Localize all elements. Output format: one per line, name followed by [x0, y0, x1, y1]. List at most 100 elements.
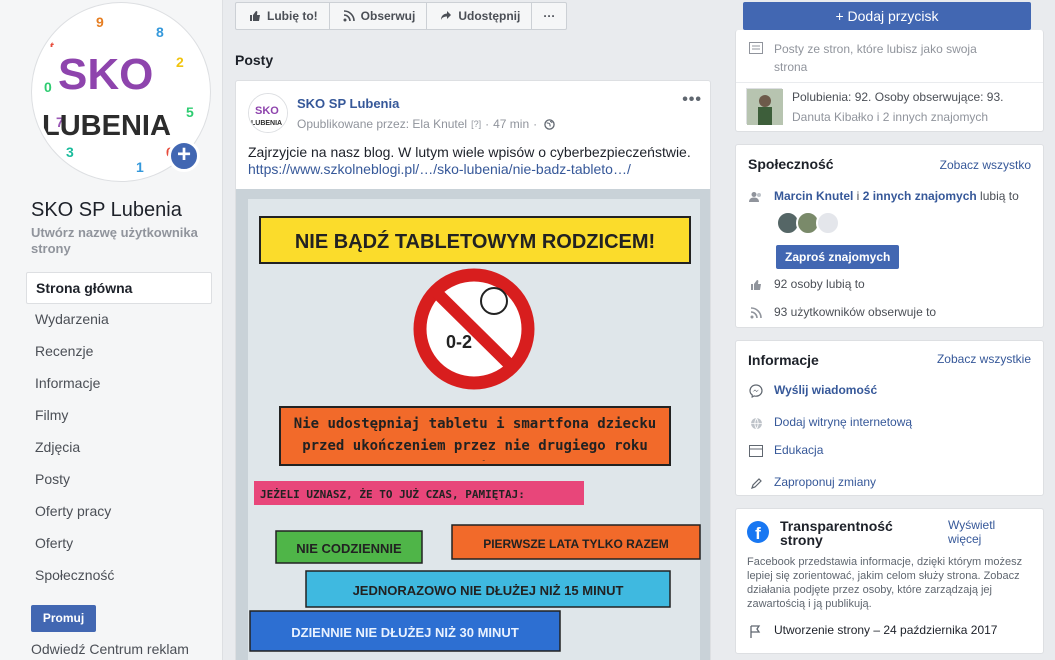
rss-icon: [341, 8, 357, 24]
total-likes: 92 osoby lubią to: [774, 277, 865, 291]
post-link[interactable]: https://www.szkolneblogi.pl/…/sko-lubeni…: [248, 161, 631, 177]
liked-pages-text: Posty ze stron, które lubisz jako swoja …: [774, 42, 977, 74]
svg-text:5: 5: [186, 104, 194, 120]
likes-friends[interactable]: Danuta Kibałko i 2 innych znajomych: [792, 110, 988, 124]
about-card: Informacje Zobacz wszystkie Wyślij wiado…: [735, 340, 1044, 496]
poster-rule-4: DZIENNIE NIE DŁUŻEJ NIŻ 30 MINUT: [291, 625, 519, 640]
page-title: SKO SP Lubenia: [31, 199, 182, 221]
like-button[interactable]: Lubię to!: [236, 3, 330, 29]
nav-item-home[interactable]: Strona główna: [26, 272, 212, 304]
category-row[interactable]: Edukacja: [748, 443, 823, 459]
help-mark[interactable]: [?]: [471, 119, 481, 129]
create-username-link[interactable]: Utwórz nazwę użytkownika strony: [31, 225, 221, 257]
add-photo-plus-icon[interactable]: +: [168, 140, 200, 172]
svg-text:0: 0: [44, 79, 52, 95]
liked-pages-row[interactable]: Posty ze stron, które lubisz jako swoja …: [748, 40, 1004, 76]
poster-age: 0-2: [446, 332, 472, 352]
left-sidebar: 48 27 59 36 10 SKO LUBENIA + SKO SP Lube…: [0, 0, 223, 660]
nav-item-events[interactable]: Wydarzenia: [26, 304, 212, 336]
friend-avatar[interactable]: [816, 211, 840, 235]
about-see-all[interactable]: Zobacz wszystkie: [937, 352, 1031, 366]
likes-summary: Polubienia: 92. Osoby obserwujące: 93.: [792, 90, 1004, 104]
invite-friends-button[interactable]: Zaproś znajomych: [776, 245, 900, 269]
pages-list-icon: [748, 40, 764, 56]
messenger-icon: [748, 383, 764, 399]
svg-text:1: 1: [136, 159, 144, 175]
post-text: Zajrzyjcie na nasz blog. W lutym wiele w…: [248, 144, 691, 160]
meta-separator: ·: [533, 117, 538, 131]
other-friends-link[interactable]: 2 innych znajomych: [863, 189, 977, 203]
nav-item-offers[interactable]: Oferty: [26, 528, 212, 560]
post-author-name[interactable]: SKO SP Lubenia: [297, 96, 399, 111]
nav-item-about[interactable]: Informacje: [26, 368, 212, 400]
add-website-row[interactable]: Dodaj witrynę internetową: [748, 415, 912, 431]
category-icon: [748, 443, 764, 459]
nav-item-posts[interactable]: Posty: [26, 464, 212, 496]
page-created-text: Utworzenie strony – 24 października 2017: [774, 623, 998, 637]
about-title: Informacje: [748, 352, 819, 368]
rss-icon: [748, 305, 764, 321]
post-author-avatar[interactable]: SKO LUBENIA: [248, 93, 288, 133]
share-button[interactable]: Udostępnij: [427, 3, 533, 29]
poster-rule-1: NIE CODZIENNIE: [296, 541, 402, 556]
friend-name-link[interactable]: Marcin Knutel: [774, 189, 853, 203]
suggest-edits-row[interactable]: Zaproponuj zmiany: [748, 475, 876, 491]
poster-rule-2: PIERWSZE LATA TYLKO RAZEM: [483, 537, 669, 551]
avatar-text-top: SKO: [255, 105, 279, 117]
posts-heading: Posty: [235, 52, 274, 68]
svg-text:9: 9: [96, 14, 104, 30]
community-see-all[interactable]: Zobacz wszystko: [940, 158, 1031, 172]
post-card: SKO LUBENIA SKO SP Lubenia Opublikowane …: [235, 80, 711, 660]
svg-text:4: 4: [46, 34, 54, 50]
post-options-icon[interactable]: •••: [682, 91, 702, 109]
suggest-edits-link: Zaproponuj zmiany: [774, 475, 877, 489]
nav-item-jobs[interactable]: Oferty pracy: [26, 496, 212, 528]
total-follows-row: 93 użytkowników obserwuje to: [748, 305, 936, 321]
page-created-row: Utworzenie strony – 24 października 2017: [748, 623, 997, 639]
community-title: Społeczność: [748, 156, 834, 172]
send-message-link: Wyślij wiadomość: [774, 383, 878, 397]
transparency-show-more[interactable]: Wyświetl więcej: [948, 518, 1008, 546]
svg-text:8: 8: [156, 24, 164, 40]
friends-like-row: Marcin Knutel i 2 innych znajomych lubią…: [748, 189, 1019, 205]
liked-pages-card: Posty ze stron, które lubisz jako swoja …: [735, 30, 1044, 132]
poster-if-ready: JEŻELI UZNASZ, ŻE TO JUŻ CZAS, PAMIĘTAJ:: [260, 487, 525, 501]
share-label: Udostępnij: [458, 9, 521, 23]
follow-button[interactable]: Obserwuj: [330, 3, 428, 29]
total-likes-row: 92 osoby lubią to: [748, 277, 865, 293]
poster-rule-3: JEDNORAZOWO NIE DŁUŻEJ NIŻ 15 MINUT: [353, 583, 624, 598]
friends-and: i: [853, 189, 863, 203]
add-button[interactable]: + Dodaj przycisk: [743, 2, 1031, 30]
total-follows: 93 użytkowników obserwuje to: [774, 305, 937, 319]
category-link: Edukacja: [774, 443, 824, 457]
svg-text:3: 3: [66, 144, 74, 160]
logo-text-bottom: LUBENIA: [42, 110, 171, 142]
send-message-row[interactable]: Wyślij wiadomość: [748, 383, 877, 399]
post-image[interactable]: NIE BĄDŹ TABLETOWYM RODZICEM! 0-2 Nie ud…: [236, 189, 710, 660]
promote-button[interactable]: Promuj: [31, 605, 96, 632]
follow-label: Obserwuj: [360, 9, 416, 23]
pencil-icon: [748, 475, 764, 491]
published-by: Opublikowane przez: Ela Knutel: [297, 117, 468, 131]
friend-avatars: [776, 211, 840, 235]
like-label: Lubię to!: [267, 9, 318, 23]
nav-item-community[interactable]: Społeczność: [26, 560, 212, 592]
ads-center-link[interactable]: Odwiedź Centrum reklam: [31, 641, 189, 657]
more-actions-button[interactable]: ···: [532, 3, 566, 29]
nav-item-videos[interactable]: Filmy: [26, 400, 212, 432]
facebook-logo-icon: f: [747, 521, 769, 543]
friends-suffix: lubią to: [976, 189, 1019, 203]
transparency-description: Facebook przedstawia informacje, dzięki …: [747, 556, 1023, 610]
post-time[interactable]: 47 min: [493, 117, 529, 131]
nav-item-reviews[interactable]: Recenzje: [26, 336, 212, 368]
page-action-bar: Lubię to! Obserwuj Udostępnij ···: [235, 2, 568, 30]
transparency-title: Transparentność strony: [780, 518, 893, 548]
nav-item-photos[interactable]: Zdjęcia: [26, 432, 212, 464]
meta-separator: ·: [485, 117, 490, 131]
share-arrow-icon: [438, 8, 454, 24]
poster-title: NIE BĄDŹ TABLETOWYM RODZICEM!: [295, 230, 655, 253]
transparency-card: f Transparentność strony Wyświetl więcej…: [735, 508, 1044, 654]
post-meta: Opublikowane przez: Ela Knutel [?] · 47 …: [297, 116, 557, 132]
page-nav: Strona główna Wydarzenia Recenzje Inform…: [26, 272, 212, 592]
friend-photo[interactable]: [746, 88, 783, 125]
